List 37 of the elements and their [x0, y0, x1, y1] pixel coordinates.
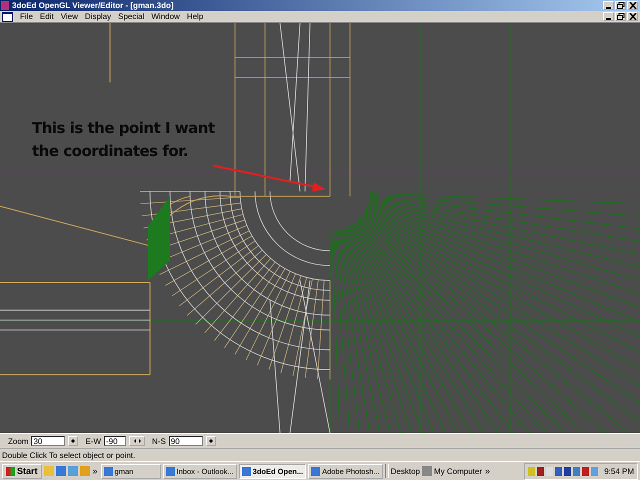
field-label: N-S [152, 436, 166, 446]
minimize-button[interactable] [603, 12, 614, 21]
left-right-arrows[interactable] [129, 436, 146, 446]
restore-button[interactable] [615, 12, 626, 21]
toolbar-label[interactable]: My Computer [434, 466, 482, 476]
status-text: Double Click To select object or point. [2, 450, 136, 460]
spin-button[interactable] [206, 436, 216, 446]
window-title: 3doEd OpenGL Viewer/Editor - [gman.3do] [12, 0, 174, 10]
close-icon [628, 2, 636, 9]
close-button[interactable] [627, 1, 638, 10]
number-field[interactable]: 90 [168, 436, 203, 446]
menu-item[interactable]: Window [151, 12, 180, 21]
annotation-text: This is the point I want [32, 118, 215, 139]
restore-button[interactable] [615, 1, 626, 10]
menu-item[interactable]: Help [186, 12, 204, 21]
menu-item[interactable]: Edit [40, 12, 54, 21]
quick-launch-icon[interactable] [56, 466, 66, 476]
menu-item[interactable]: Special [118, 12, 144, 21]
number-field[interactable]: 30 [31, 436, 66, 446]
annotation-text: the coordinates for. [32, 141, 190, 162]
chevron[interactable]: » [92, 466, 98, 476]
close-icon [628, 13, 636, 20]
menu-item[interactable]: File [20, 12, 33, 21]
menu-item[interactable]: Display [84, 12, 112, 21]
field-label: E-W [85, 436, 102, 446]
document-icon[interactable] [2, 12, 13, 22]
app-icon [1, 1, 9, 10]
toolbar-label[interactable]: Desktop [390, 466, 420, 476]
menu-item[interactable]: View [60, 12, 78, 21]
spin-button[interactable] [68, 436, 78, 446]
minimize-button[interactable] [603, 1, 614, 10]
clock: 9:54 PM [604, 466, 634, 476]
number-field[interactable]: -90 [104, 436, 126, 446]
field-label: Zoom [8, 436, 28, 446]
chevron[interactable]: » [485, 466, 490, 476]
close-button[interactable] [627, 12, 638, 21]
start-button[interactable]: Start [2, 464, 42, 478]
